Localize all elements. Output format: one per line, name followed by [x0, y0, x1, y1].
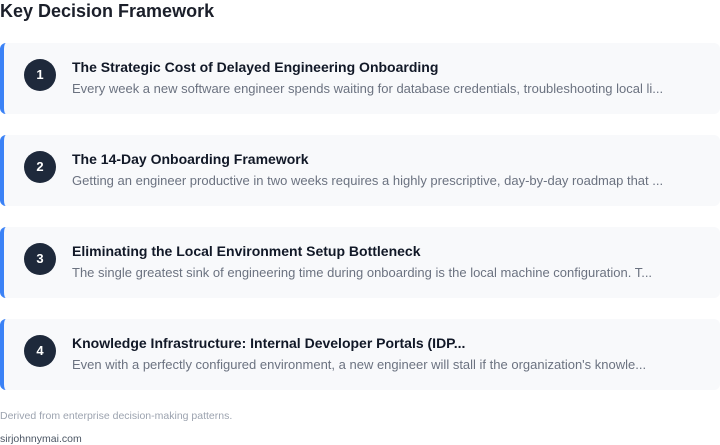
- decision-card-4[interactable]: 4 Knowledge Infrastructure: Internal Dev…: [0, 319, 720, 390]
- card-description: Getting an engineer productive in two we…: [72, 173, 664, 188]
- card-description: The single greatest sink of engineering …: [72, 265, 653, 280]
- step-number-badge: 2: [24, 151, 56, 183]
- decision-card-1[interactable]: 1 The Strategic Cost of Delayed Engineer…: [0, 43, 720, 114]
- card-description: Every week a new software engineer spend…: [72, 81, 664, 96]
- page-title: Key Decision Framework: [0, 1, 215, 21]
- card-title: The Strategic Cost of Delayed Engineerin…: [72, 59, 439, 75]
- decision-card-2[interactable]: 2 The 14-Day Onboarding Framework Gettin…: [0, 135, 720, 206]
- source-footnote: Derived from enterprise decision-making …: [0, 410, 233, 422]
- decision-card-3[interactable]: 3 Eliminating the Local Environment Setu…: [0, 227, 720, 298]
- card-title: Eliminating the Local Environment Setup …: [72, 243, 421, 259]
- card-title: The 14-Day Onboarding Framework: [72, 151, 309, 167]
- step-number-badge: 1: [24, 59, 56, 91]
- step-number-badge: 3: [24, 243, 56, 275]
- decision-list: 1 The Strategic Cost of Delayed Engineer…: [0, 43, 720, 390]
- site-credit: sirjohnnymai.com: [0, 433, 82, 445]
- card-title: Knowledge Infrastructure: Internal Devel…: [72, 335, 466, 351]
- card-description: Even with a perfectly configured environ…: [72, 357, 647, 372]
- step-number-badge: 4: [24, 335, 56, 367]
